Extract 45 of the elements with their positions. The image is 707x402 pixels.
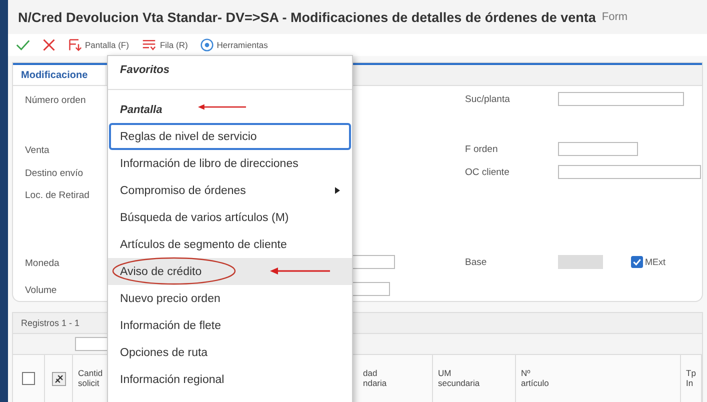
- field-label: Loc. de Retirad: [25, 190, 90, 201]
- field-label: Base: [465, 256, 488, 268]
- column-header[interactable]: Tp In: [686, 369, 696, 388]
- row-menu-button[interactable]: Fila (R): [140, 38, 188, 52]
- tools-icon: [200, 38, 214, 52]
- column-header[interactable]: Nº artículo: [521, 369, 549, 388]
- menu-item[interactable]: Compromiso de órdenes: [108, 177, 352, 204]
- menu-item[interactable]: Nuevo precio orden: [108, 285, 352, 312]
- menu-item[interactable]: Opciones de ruta: [108, 339, 352, 366]
- menu-item[interactable]: Búsqueda de varios artículos (M): [108, 204, 352, 231]
- menu-item[interactable]: Artículos de segmento de cliente: [108, 231, 352, 258]
- checkbox-label: MExt: [645, 257, 666, 267]
- field-label: F orden: [465, 144, 499, 154]
- menu-item[interactable]: Información de flete: [108, 312, 352, 339]
- field-label: Número orden: [25, 95, 86, 106]
- input-field[interactable]: [558, 92, 684, 106]
- field-label: Suc/planta: [465, 94, 511, 104]
- menu-item[interactable]: Aviso de crédito: [108, 258, 352, 285]
- field-label: OC cliente: [465, 166, 510, 178]
- close-icon[interactable]: [42, 38, 56, 52]
- menu-section-header: Favoritos: [108, 56, 352, 90]
- menu-section-header: Pantalla: [108, 90, 352, 123]
- select-all-checkbox[interactable]: [22, 372, 35, 385]
- window-title: N/Cred Devolucion Vta Standar- DV=>SA - Modificaciones de detalles de órdenes de venta: [18, 10, 596, 24]
- field-label: Volume: [25, 285, 57, 296]
- tools-menu-button[interactable]: Herramientas: [200, 38, 268, 52]
- input-field[interactable]: [558, 142, 638, 156]
- form-menu-button[interactable]: Pantalla (F): [68, 38, 129, 52]
- column-header[interactable]: dad ndaria: [363, 369, 387, 388]
- column-header[interactable]: UM secundaria: [438, 369, 480, 388]
- field-label: Venta: [25, 145, 50, 156]
- field-label: Destino envío: [25, 168, 84, 179]
- column-header[interactable]: Cantid solicit: [78, 369, 103, 388]
- form-tab[interactable]: Modificacione: [13, 65, 105, 85]
- field-label: Moneda: [25, 258, 60, 269]
- form-icon: [68, 38, 82, 52]
- menu-item[interactable]: Información de libro de direcciones: [108, 150, 352, 177]
- attachment-icon[interactable]: [52, 372, 66, 386]
- rows-icon: [140, 38, 157, 52]
- checkmark-icon[interactable]: [16, 38, 30, 52]
- input-field[interactable]: [558, 165, 701, 179]
- records-count: Registros 1 - 1: [21, 318, 80, 328]
- window-subtitle: Form: [602, 11, 628, 23]
- menu-item[interactable]: Reglas de nivel de servicio: [109, 123, 351, 150]
- menu-item[interactable]: Información regional: [108, 366, 352, 393]
